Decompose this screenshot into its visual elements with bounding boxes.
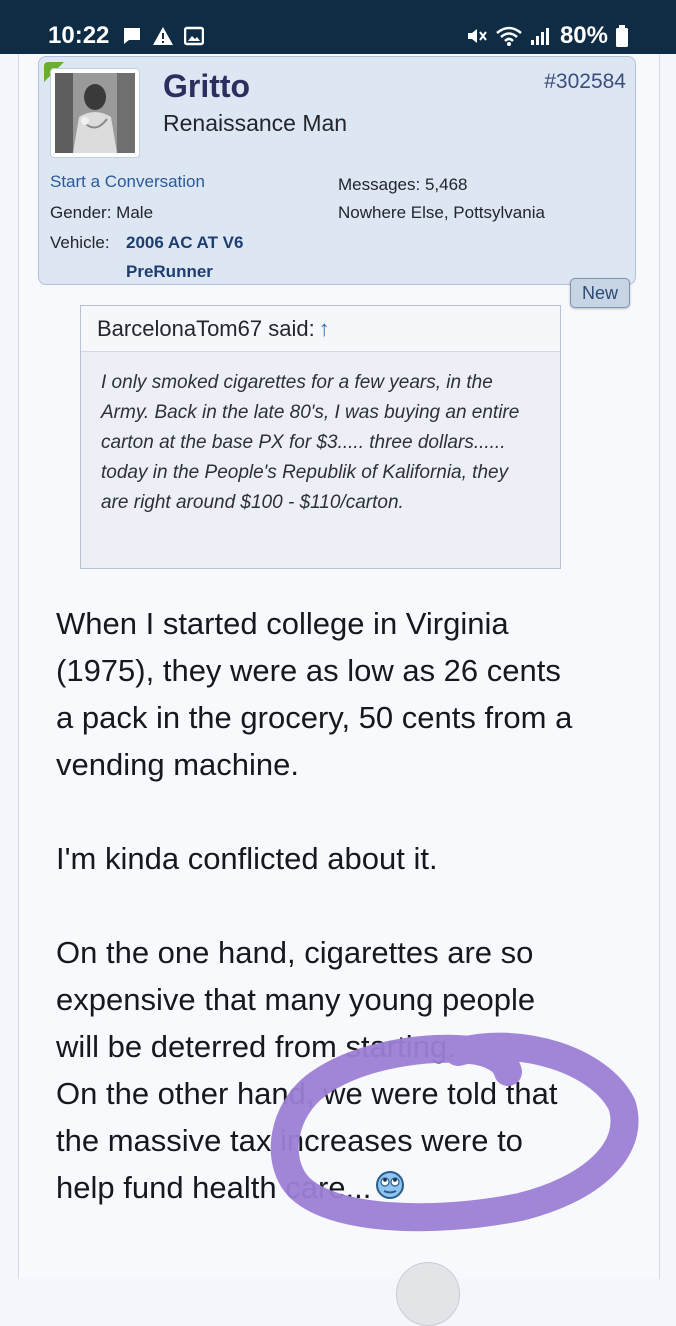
messages-label: Messages: (338, 175, 421, 194)
message-paragraph: On the one hand, cigarettes are so expen… (56, 935, 536, 1064)
status-right: 80% (466, 22, 628, 50)
message-paragraph-last: On the other hand, we were told that the… (56, 1070, 576, 1213)
message-body: When I started college in Virginia (1975… (56, 600, 576, 1213)
message-paragraph: I'm kinda conflicted about it. (56, 841, 438, 876)
location: Nowhere Else, Pottsylvania (338, 203, 545, 222)
quote-header: BarcelonaTom67 said: ↑ (81, 306, 560, 352)
quote-block: BarcelonaTom67 said: ↑ I only smoked ciga… (80, 305, 561, 569)
vehicle-link-line2[interactable]: PreRunner (126, 262, 213, 282)
quote-author: BarcelonaTom67 said: (97, 316, 315, 341)
signal-icon (530, 28, 549, 45)
jump-to-quote-icon[interactable]: ↑ (319, 316, 330, 341)
message-text: On the other hand, we were told that the… (56, 1076, 558, 1205)
avatar-image (55, 73, 135, 153)
avatar[interactable] (50, 68, 140, 158)
quote-text: I only smoked cigarettes for a few years… (101, 372, 520, 513)
scroll-button[interactable] (396, 1262, 460, 1326)
gender-row: Gender: Male (50, 203, 153, 223)
post-number[interactable]: #302584 (544, 70, 626, 94)
gender-label: Gender: (50, 203, 112, 222)
vehicle-link-line1[interactable]: 2006 AC AT V6 (126, 233, 243, 253)
message-paragraph: When I started college in Virginia (1975… (56, 606, 573, 782)
mute-icon (467, 29, 487, 43)
status-time: 10:22 (48, 22, 110, 49)
notification-icons (122, 26, 204, 46)
new-badge-button[interactable]: New (570, 278, 630, 308)
image-icon (184, 26, 204, 46)
rolling-eyes-smiley-icon (375, 1166, 405, 1213)
messages-row: Messages: 5,468 (338, 175, 467, 195)
start-conversation-link[interactable]: Start a Conversation (50, 172, 205, 192)
username[interactable]: Gritto (163, 68, 250, 105)
battery-percent: 80% (559, 22, 608, 49)
vehicle-label: Vehicle: (50, 233, 110, 252)
status-bar: 10:22 80% (0, 0, 676, 54)
warning-icon (153, 27, 173, 45)
chat-icon (124, 28, 140, 44)
messages-value: 5,468 (424, 175, 468, 194)
battery-icon (616, 25, 628, 47)
user-title: Renaissance Man (163, 110, 348, 136)
gender-value: Male (116, 203, 154, 222)
wifi-icon (496, 26, 522, 46)
